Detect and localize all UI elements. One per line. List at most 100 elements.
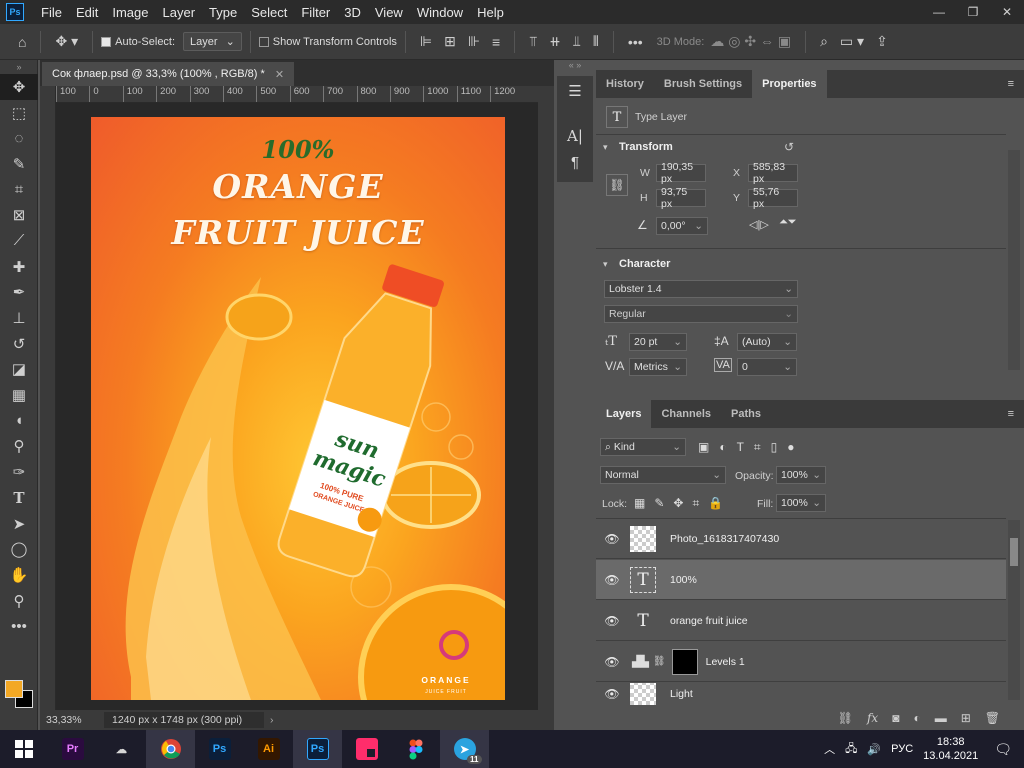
align-justify-icon[interactable]: ≡: [486, 34, 506, 50]
height-field[interactable]: 93,75 px: [656, 186, 706, 210]
paragraph-styles-icon[interactable]: ☰: [557, 82, 593, 100]
eye-icon[interactable]: 👁: [596, 655, 628, 669]
chevron-down-icon[interactable]: ▾: [603, 142, 608, 153]
chevron-up-icon[interactable]: ︿: [824, 741, 835, 757]
width-field[interactable]: 190,35 px: [656, 161, 706, 185]
fill-field[interactable]: 100% ⌄: [776, 494, 826, 512]
font-family-select[interactable]: Lobster 1.4 ⌄: [604, 280, 798, 298]
distribute-icon[interactable]: ⦀: [587, 33, 605, 50]
align-middle-icon[interactable]: ⧺: [543, 33, 567, 50]
font-style-select[interactable]: Regular ⌄: [604, 305, 798, 323]
chevron-down-icon[interactable]: ▾: [603, 259, 608, 270]
menu-file[interactable]: File: [34, 5, 69, 20]
filter-kind-select[interactable]: ⌕ Kind ⌄: [600, 438, 686, 456]
type-tool-icon[interactable]: T: [0, 485, 38, 511]
crop-tool-icon[interactable]: ⌗: [0, 177, 38, 203]
minimize-button[interactable]: —: [922, 5, 956, 19]
auto-select-checkbox[interactable]: [101, 36, 112, 47]
taskbar-creative-cloud[interactable]: ☁: [97, 730, 146, 768]
windows-start-button[interactable]: [0, 730, 48, 768]
clock[interactable]: 18:38 13.04.2021: [923, 735, 978, 763]
healing-brush-tool-icon[interactable]: ✚: [0, 254, 38, 280]
taskbar-photoshop-active[interactable]: Ps: [293, 730, 342, 768]
tab-history[interactable]: History: [596, 70, 654, 98]
restore-button[interactable]: ❐: [956, 5, 990, 19]
menu-image[interactable]: Image: [105, 5, 155, 20]
taskbar-premiere[interactable]: Pr: [48, 730, 97, 768]
menu-3d[interactable]: 3D: [337, 5, 368, 20]
marquee-tool-icon[interactable]: ⬚: [0, 100, 38, 126]
foreground-color-swatch[interactable]: [5, 680, 23, 698]
notifications-icon[interactable]: 🗨: [994, 741, 1012, 758]
auto-select-dropdown[interactable]: Layer ⌄: [183, 32, 242, 51]
lasso-tool-icon[interactable]: ◌: [0, 125, 38, 151]
chevron-right-icon[interactable]: ›: [270, 714, 274, 726]
tab-brush-settings[interactable]: Brush Settings: [654, 70, 752, 98]
reset-transform-icon[interactable]: ↺: [784, 140, 794, 154]
3d-orbit-icon[interactable]: ☁ ◎ ✣ ⇔ ▣: [704, 33, 797, 50]
menu-view[interactable]: View: [368, 5, 410, 20]
zoom-tool-icon[interactable]: ⚲: [0, 588, 38, 614]
leading-field[interactable]: (Auto) ⌄: [737, 333, 797, 351]
flip-vertical-icon[interactable]: ⏶⏷: [779, 216, 797, 229]
dodge-tool-icon[interactable]: ⚲: [0, 434, 38, 460]
tab-channels[interactable]: Channels: [651, 400, 721, 428]
taskbar-chrome[interactable]: [146, 730, 195, 768]
align-bottom-icon[interactable]: ⫫: [567, 33, 587, 50]
tab-paths[interactable]: Paths: [721, 400, 771, 428]
taskbar-illustrator[interactable]: Ai: [244, 730, 293, 768]
menu-help[interactable]: Help: [470, 5, 511, 20]
move-tool-preset-icon[interactable]: ✥ ▾: [49, 33, 84, 50]
brush-tool-icon[interactable]: ✒: [0, 280, 38, 306]
opacity-field[interactable]: 100% ⌄: [776, 466, 826, 484]
close-tab-icon[interactable]: ✕: [275, 68, 284, 81]
show-transform-checkbox[interactable]: [258, 36, 269, 47]
blend-mode-select[interactable]: Normal ⌄: [600, 466, 726, 484]
tracking-field[interactable]: 0 ⌄: [737, 358, 797, 376]
frame-tool-icon[interactable]: ⊠: [0, 202, 38, 228]
taskbar-figma[interactable]: [391, 730, 440, 768]
eye-icon[interactable]: 👁: [596, 573, 628, 587]
color-swatches[interactable]: [3, 678, 37, 712]
new-layer-icon[interactable]: ⊞: [961, 711, 971, 725]
layers-scrollbar[interactable]: [1008, 520, 1020, 700]
character-panel-icon[interactable]: A|: [557, 127, 593, 145]
tab-properties[interactable]: Properties: [752, 70, 827, 98]
history-brush-tool-icon[interactable]: ↺: [0, 331, 38, 357]
align-top-icon[interactable]: ⫪: [523, 33, 543, 50]
clone-stamp-tool-icon[interactable]: ⊥: [0, 305, 38, 331]
layer-row[interactable]: 👁 Photo_1618317407430: [596, 519, 1006, 559]
angle-field[interactable]: 0,00° ⌄: [656, 217, 708, 235]
taskbar-app-pink[interactable]: [342, 730, 391, 768]
menu-layer[interactable]: Layer: [156, 5, 203, 20]
layer-row-selected[interactable]: 👁 T 100%: [596, 560, 1006, 600]
menu-select[interactable]: Select: [244, 5, 294, 20]
mask-icon[interactable]: ◙: [892, 711, 899, 725]
menu-edit[interactable]: Edit: [69, 5, 105, 20]
taskbar-telegram[interactable]: ➤ 11: [440, 730, 489, 768]
tab-layers[interactable]: Layers: [596, 400, 652, 428]
shape-tool-icon[interactable]: ◯: [0, 536, 38, 562]
language-indicator[interactable]: РУС: [891, 743, 913, 755]
layer-row[interactable]: 👁 Light: [596, 683, 1006, 705]
lock-icons[interactable]: ▦✎✥⌗🔒: [634, 496, 732, 511]
menu-window[interactable]: Window: [410, 5, 470, 20]
eye-icon[interactable]: 👁: [596, 687, 628, 701]
y-position-field[interactable]: 55,76 px: [748, 186, 798, 210]
quick-select-tool-icon[interactable]: ✎: [0, 151, 38, 177]
fx-icon[interactable]: fx: [867, 711, 878, 725]
search-icon[interactable]: ⌕: [814, 33, 834, 50]
panel-menu-icon[interactable]: ≡: [998, 408, 1024, 428]
link-icon[interactable]: ⛓: [838, 711, 853, 725]
font-size-field[interactable]: 20 pt ⌄: [629, 333, 687, 351]
kerning-field[interactable]: Metrics ⌄: [629, 358, 687, 376]
artboard[interactable]: 100% ORANGE FRUIT JUICE sun magic 100% P…: [91, 117, 505, 700]
more-options-button[interactable]: •••: [622, 34, 649, 50]
trash-icon[interactable]: 🗑: [985, 711, 1000, 725]
flip-horizontal-icon[interactable]: ◁|▷: [749, 218, 769, 231]
collapse-dock-icon[interactable]: « »: [557, 60, 593, 74]
menu-type[interactable]: Type: [202, 5, 244, 20]
zoom-level[interactable]: 33,33%: [40, 714, 100, 726]
blur-tool-icon[interactable]: ◖: [0, 408, 38, 434]
pen-tool-icon[interactable]: ✑: [0, 459, 38, 485]
